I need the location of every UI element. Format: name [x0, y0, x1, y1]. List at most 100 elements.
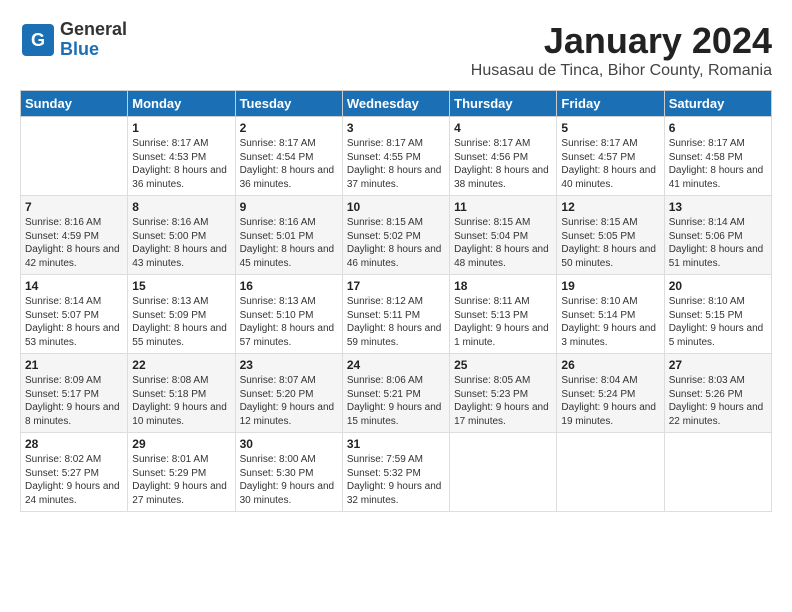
day-number: 4 — [454, 121, 552, 135]
day-number: 17 — [347, 279, 445, 293]
day-cell — [557, 433, 664, 512]
day-cell: 9 Sunrise: 8:16 AMSunset: 5:01 PMDaylight… — [235, 196, 342, 275]
day-number: 22 — [132, 358, 230, 372]
day-cell: 15 Sunrise: 8:13 AMSunset: 5:09 PMDayligh… — [128, 275, 235, 354]
day-number: 20 — [669, 279, 767, 293]
day-cell: 29 Sunrise: 8:01 AMSunset: 5:29 PMDayligh… — [128, 433, 235, 512]
logo-blue-text: Blue — [60, 40, 127, 60]
day-number: 1 — [132, 121, 230, 135]
day-number: 16 — [240, 279, 338, 293]
day-cell: 31 Sunrise: 7:59 AMSunset: 5:32 PMDayligh… — [342, 433, 449, 512]
day-cell: 16 Sunrise: 8:13 AMSunset: 5:10 PMDayligh… — [235, 275, 342, 354]
day-info: Sunrise: 8:14 AMSunset: 5:06 PMDaylight:… — [669, 217, 764, 269]
day-number: 11 — [454, 200, 552, 214]
day-info: Sunrise: 8:05 AMSunset: 5:23 PMDaylight:… — [454, 375, 549, 427]
day-cell: 25 Sunrise: 8:05 AMSunset: 5:23 PMDayligh… — [450, 354, 557, 433]
weekday-header-sunday: Sunday — [21, 91, 128, 117]
day-cell: 1Sunrise: 8:17 AMSunset: 4:53 PMDaylight… — [128, 117, 235, 196]
day-info: Sunrise: 8:17 AMSunset: 4:56 PMDaylight:… — [454, 138, 549, 190]
day-info: Sunrise: 8:04 AMSunset: 5:24 PMDaylight:… — [561, 375, 656, 427]
week-row-1: 1Sunrise: 8:17 AMSunset: 4:53 PMDaylight… — [21, 117, 772, 196]
day-info: Sunrise: 8:15 AMSunset: 5:04 PMDaylight:… — [454, 217, 549, 269]
month-title: January 2024 — [471, 20, 772, 62]
day-number: 13 — [669, 200, 767, 214]
day-info: Sunrise: 7:59 AMSunset: 5:32 PMDaylight:… — [347, 454, 442, 506]
day-cell: 12Sunrise: 8:15 AMSunset: 5:05 PMDayligh… — [557, 196, 664, 275]
day-number: 21 — [25, 358, 123, 372]
day-number: 25 — [454, 358, 552, 372]
title-area: January 2024 Husasau de Tinca, Bihor Cou… — [471, 20, 772, 80]
day-number: 26 — [561, 358, 659, 372]
day-cell: 6 Sunrise: 8:17 AMSunset: 4:58 PMDaylight… — [664, 117, 771, 196]
weekday-header-thursday: Thursday — [450, 91, 557, 117]
day-cell: 23Sunrise: 8:07 AMSunset: 5:20 PMDayligh… — [235, 354, 342, 433]
day-number: 9 — [240, 200, 338, 214]
calendar-table: SundayMondayTuesdayWednesdayThursdayFrid… — [20, 90, 772, 512]
weekday-header-tuesday: Tuesday — [235, 91, 342, 117]
logo-general-text: General — [60, 20, 127, 40]
day-info: Sunrise: 8:14 AMSunset: 5:07 PMDaylight:… — [25, 296, 120, 348]
day-cell: 27Sunrise: 8:03 AMSunset: 5:26 PMDayligh… — [664, 354, 771, 433]
day-info: Sunrise: 8:15 AMSunset: 5:02 PMDaylight:… — [347, 217, 442, 269]
day-cell: 18 Sunrise: 8:11 AMSunset: 5:13 PMDayligh… — [450, 275, 557, 354]
day-info: Sunrise: 8:06 AMSunset: 5:21 PMDaylight:… — [347, 375, 442, 427]
day-cell: 19Sunrise: 8:10 AMSunset: 5:14 PMDayligh… — [557, 275, 664, 354]
day-number: 6 — [669, 121, 767, 135]
day-info: Sunrise: 8:08 AMSunset: 5:18 PMDaylight:… — [132, 375, 227, 427]
calendar-page: G General Blue January 2024 Husasau de T… — [0, 0, 792, 522]
day-info: Sunrise: 8:16 AMSunset: 4:59 PMDaylight:… — [25, 217, 120, 269]
day-number: 7 — [25, 200, 123, 214]
day-info: Sunrise: 8:17 AMSunset: 4:57 PMDaylight:… — [561, 138, 656, 190]
day-cell — [450, 433, 557, 512]
weekday-header-saturday: Saturday — [664, 91, 771, 117]
day-number: 31 — [347, 437, 445, 451]
day-number: 8 — [132, 200, 230, 214]
day-number: 30 — [240, 437, 338, 451]
day-cell — [21, 117, 128, 196]
day-cell: 14 Sunrise: 8:14 AMSunset: 5:07 PMDayligh… — [21, 275, 128, 354]
day-number: 3 — [347, 121, 445, 135]
day-info: Sunrise: 8:11 AMSunset: 5:13 PMDaylight:… — [454, 296, 549, 348]
location-title: Husasau de Tinca, Bihor County, Romania — [471, 62, 772, 80]
day-number: 18 — [454, 279, 552, 293]
day-number: 15 — [132, 279, 230, 293]
weekday-header-friday: Friday — [557, 91, 664, 117]
day-info: Sunrise: 8:09 AMSunset: 5:17 PMDaylight:… — [25, 375, 120, 427]
day-cell: 5 Sunrise: 8:17 AMSunset: 4:57 PMDaylight… — [557, 117, 664, 196]
day-number: 19 — [561, 279, 659, 293]
day-cell: 21 Sunrise: 8:09 AMSunset: 5:17 PMDayligh… — [21, 354, 128, 433]
svg-text:G: G — [31, 30, 45, 50]
week-row-3: 14 Sunrise: 8:14 AMSunset: 5:07 PMDayligh… — [21, 275, 772, 354]
day-info: Sunrise: 8:13 AMSunset: 5:09 PMDaylight:… — [132, 296, 227, 348]
week-row-5: 28 Sunrise: 8:02 AMSunset: 5:27 PMDayligh… — [21, 433, 772, 512]
day-info: Sunrise: 8:17 AMSunset: 4:58 PMDaylight:… — [669, 138, 764, 190]
day-cell: 26 Sunrise: 8:04 AMSunset: 5:24 PMDayligh… — [557, 354, 664, 433]
day-number: 14 — [25, 279, 123, 293]
day-number: 5 — [561, 121, 659, 135]
day-cell — [664, 433, 771, 512]
day-info: Sunrise: 8:17 AMSunset: 4:55 PMDaylight:… — [347, 138, 442, 190]
day-cell: 24 Sunrise: 8:06 AMSunset: 5:21 PMDayligh… — [342, 354, 449, 433]
day-cell: 20 Sunrise: 8:10 AMSunset: 5:15 PMDayligh… — [664, 275, 771, 354]
day-info: Sunrise: 8:16 AMSunset: 5:01 PMDaylight:… — [240, 217, 335, 269]
day-info: Sunrise: 8:10 AMSunset: 5:15 PMDaylight:… — [669, 296, 764, 348]
week-row-4: 21 Sunrise: 8:09 AMSunset: 5:17 PMDayligh… — [21, 354, 772, 433]
day-cell: 8Sunrise: 8:16 AMSunset: 5:00 PMDaylight… — [128, 196, 235, 275]
day-number: 24 — [347, 358, 445, 372]
day-info: Sunrise: 8:02 AMSunset: 5:27 PMDaylight:… — [25, 454, 120, 506]
day-number: 28 — [25, 437, 123, 451]
week-row-2: 7 Sunrise: 8:16 AMSunset: 4:59 PMDaylight… — [21, 196, 772, 275]
day-cell: 3 Sunrise: 8:17 AMSunset: 4:55 PMDaylight… — [342, 117, 449, 196]
day-cell: 17Sunrise: 8:12 AMSunset: 5:11 PMDayligh… — [342, 275, 449, 354]
day-info: Sunrise: 8:17 AMSunset: 4:54 PMDaylight:… — [240, 138, 335, 190]
day-cell: 11 Sunrise: 8:15 AMSunset: 5:04 PMDayligh… — [450, 196, 557, 275]
day-info: Sunrise: 8:01 AMSunset: 5:29 PMDaylight:… — [132, 454, 227, 506]
day-number: 27 — [669, 358, 767, 372]
weekday-header-wednesday: Wednesday — [342, 91, 449, 117]
day-cell: 13 Sunrise: 8:14 AMSunset: 5:06 PMDayligh… — [664, 196, 771, 275]
day-cell: 28 Sunrise: 8:02 AMSunset: 5:27 PMDayligh… — [21, 433, 128, 512]
day-info: Sunrise: 8:15 AMSunset: 5:05 PMDaylight:… — [561, 217, 656, 269]
day-number: 29 — [132, 437, 230, 451]
day-number: 23 — [240, 358, 338, 372]
day-info: Sunrise: 8:13 AMSunset: 5:10 PMDaylight:… — [240, 296, 335, 348]
